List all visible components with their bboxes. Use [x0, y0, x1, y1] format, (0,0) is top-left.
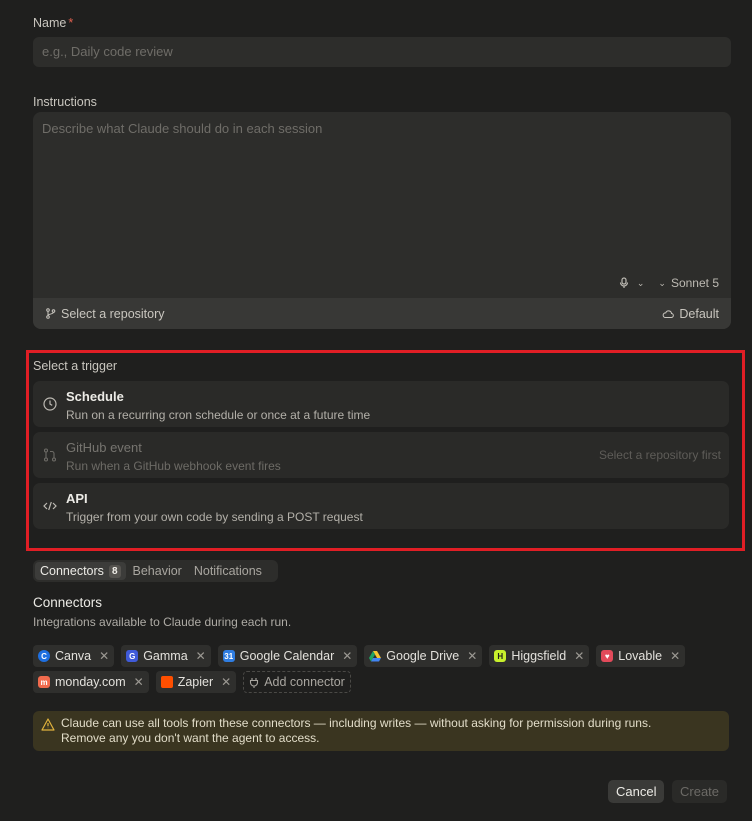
tab-notifications[interactable]: Notifications: [189, 562, 267, 580]
name-label: Name *: [33, 16, 73, 30]
trigger-hint: Select a repository first: [598, 448, 721, 462]
instructions-placeholder: Describe what Claude should do in each s…: [42, 121, 323, 136]
remove-icon[interactable]: ✕: [574, 649, 584, 663]
connector-name: Google Drive: [386, 649, 460, 663]
connectors-title: Connectors: [33, 595, 103, 610]
plug-icon: [249, 677, 259, 688]
microphone-icon[interactable]: [619, 277, 629, 289]
trigger-description: Run on a recurring cron schedule or once…: [66, 408, 371, 422]
environment-button[interactable]: Default: [662, 307, 719, 321]
connector-chip-zapier: Zapier ✕: [155, 671, 237, 693]
lovable-logo-icon: ♥: [601, 650, 614, 662]
connector-name: Google Calendar: [239, 649, 335, 663]
chevron-down-icon: ⌄: [658, 277, 666, 288]
connector-name: Gamma: [143, 649, 188, 663]
count-badge: 8: [108, 564, 121, 578]
environment-label: Default: [679, 306, 719, 321]
trigger-option-api[interactable]: API Trigger from your own code by sendin…: [33, 483, 729, 529]
cloud-icon: [662, 309, 675, 319]
trigger-option-schedule[interactable]: Schedule Run on a recurring cron schedul…: [33, 381, 729, 427]
connector-chip-gamma: G Gamma ✕: [121, 645, 211, 667]
google-drive-logo-icon: [369, 650, 382, 662]
remove-icon[interactable]: ✕: [670, 649, 680, 663]
connector-chip-monday: m monday.com ✕: [33, 671, 149, 693]
code-icon: [42, 498, 58, 514]
model-label: Sonnet 5: [670, 276, 719, 290]
connector-chip-row: C Canva ✕ G Gamma ✕ 31 Google Calendar ✕…: [33, 645, 733, 667]
connector-name: Lovable: [618, 649, 663, 663]
name-label-text: Name: [33, 16, 67, 30]
warning-text-line1: Claude can use all tools from these conn…: [61, 716, 652, 730]
connector-chip-google-calendar: 31 Google Calendar ✕: [217, 645, 358, 667]
remove-icon[interactable]: ✕: [467, 649, 477, 663]
connector-name: Zapier: [177, 675, 214, 689]
connectors-subtitle: Integrations available to Claude during …: [33, 615, 292, 629]
trigger-option-github-event: GitHub event Run when a GitHub webhook e…: [33, 432, 729, 478]
model-select[interactable]: ⌄ Sonnet 5: [658, 276, 719, 290]
git-branch-icon: [45, 308, 56, 319]
remove-icon[interactable]: ✕: [342, 649, 352, 663]
create-button[interactable]: Create: [672, 780, 728, 803]
instructions-field[interactable]: Describe what Claude should do in each s…: [33, 112, 731, 329]
trigger-title: Schedule: [66, 389, 124, 404]
trigger-title: API: [66, 491, 88, 506]
connector-name: monday.com: [55, 675, 126, 689]
monday-logo-icon: m: [38, 676, 50, 688]
add-connector-button[interactable]: Add connector: [243, 671, 351, 693]
warning-icon: [41, 718, 55, 731]
connector-name: Canva: [55, 649, 92, 663]
instructions-footer: Select a repository Default: [33, 298, 731, 329]
remove-icon[interactable]: ✕: [221, 675, 231, 689]
select-repository-label: Select a repository: [61, 306, 165, 321]
name-input[interactable]: e.g., Daily code review: [33, 37, 731, 67]
select-repository-button[interactable]: Select a repository: [45, 307, 165, 321]
remove-icon[interactable]: ✕: [99, 649, 109, 663]
connector-chip-canva: C Canva ✕: [33, 645, 115, 667]
chevron-down-icon[interactable]: ⌄: [637, 278, 645, 289]
gamma-logo-icon: G: [126, 650, 139, 662]
tab-label: Connectors: [40, 564, 104, 578]
connector-chip-lovable: ♥ Lovable ✕: [596, 645, 686, 667]
add-connector-label: Add connector: [264, 675, 345, 689]
connector-chip-row: m monday.com ✕ Zapier ✕ Add connector: [33, 671, 733, 693]
instructions-label: Instructions: [33, 95, 97, 109]
connector-chip-google-drive: Google Drive ✕: [364, 645, 483, 667]
required-mark: *: [68, 16, 74, 30]
remove-icon[interactable]: ✕: [196, 649, 206, 663]
remove-icon[interactable]: ✕: [134, 675, 144, 689]
zapier-logo-icon: [160, 676, 173, 688]
git-pull-request-icon: [42, 447, 58, 463]
cancel-button[interactable]: Cancel: [608, 780, 665, 803]
trigger-label: Select a trigger: [33, 359, 118, 373]
clock-icon: [42, 396, 58, 412]
composer-tools: ⌄ ⌄ Sonnet 5: [619, 276, 719, 290]
warning-banner: Claude can use all tools from these conn…: [33, 711, 729, 751]
trigger-title: GitHub event: [66, 440, 142, 455]
canva-logo-icon: C: [38, 650, 50, 662]
higgsfield-logo-icon: H: [494, 650, 507, 662]
connector-chip-higgsfield: H Higgsfield ✕: [489, 645, 590, 667]
settings-tabs: Connectors 8 Behavior Notifications: [33, 560, 278, 582]
google-calendar-logo-icon: 31: [222, 650, 235, 662]
connector-name: Higgsfield: [511, 649, 567, 663]
trigger-description: Run when a GitHub webhook event fires: [66, 459, 281, 473]
warning-text-line2: Remove any you don't want the agent to a…: [61, 731, 320, 745]
tab-behavior[interactable]: Behavior: [128, 562, 187, 580]
trigger-description: Trigger from your own code by sending a …: [66, 510, 363, 524]
tab-connectors[interactable]: Connectors 8: [35, 562, 126, 580]
